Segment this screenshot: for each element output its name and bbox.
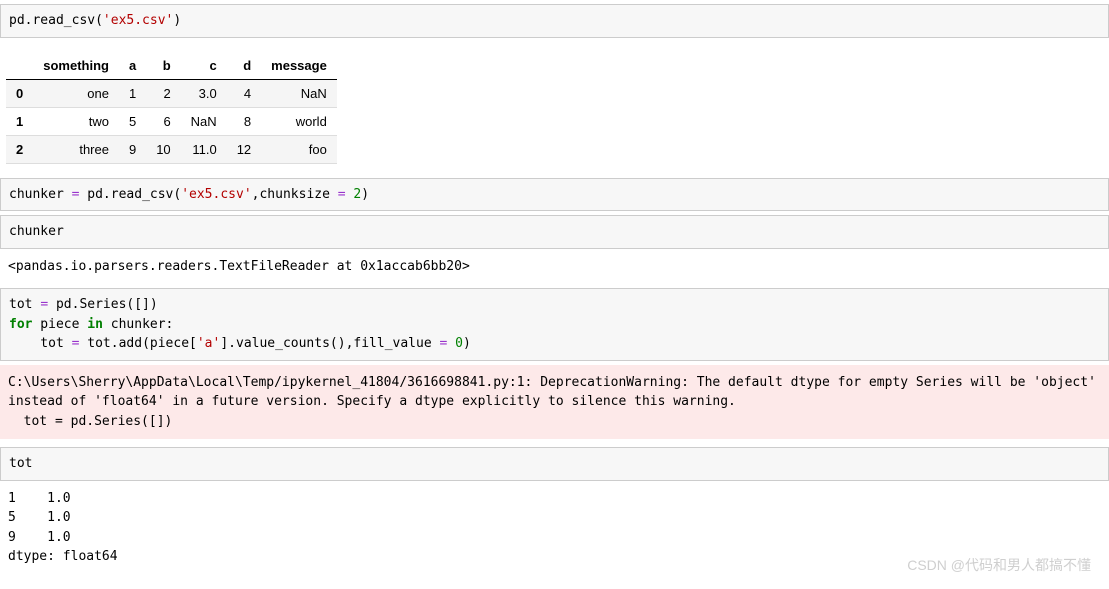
code-text: tot <box>9 297 40 312</box>
code-text: chunker <box>9 187 72 202</box>
cell: 2 <box>146 79 180 107</box>
code-cell-4: tot = pd.Series([]) for piece in chunker… <box>0 288 1109 361</box>
code-cell-2: chunker = pd.read_csv('ex5.csv',chunksiz… <box>0 178 1109 212</box>
code-text: tot <box>9 456 32 471</box>
code-text: ,chunksize <box>252 187 338 202</box>
code-text: ].value_counts(),fill_value <box>220 336 439 351</box>
cell: 5 <box>119 107 146 135</box>
table-row: 2 three 9 10 11.0 12 foo <box>6 135 337 163</box>
cell: one <box>33 79 119 107</box>
output-cell-5: 1 1.0 5 1.0 9 1.0 dtype: float64 <box>0 485 1109 571</box>
code-cell-5: tot <box>0 447 1109 481</box>
keyword-for: for <box>9 317 32 332</box>
code-text: pd.read_csv( <box>9 13 103 28</box>
code-cell-3: chunker <box>0 215 1109 249</box>
output-text: 1 1.0 5 1.0 9 1.0 dtype: float64 <box>8 491 118 565</box>
row-index: 2 <box>6 135 33 163</box>
table-row: 0 one 1 2 3.0 4 NaN <box>6 79 337 107</box>
warning-text: C:\Users\Sherry\AppData\Local\Temp/ipyke… <box>8 375 1104 429</box>
cell: NaN <box>181 107 227 135</box>
cell: two <box>33 107 119 135</box>
cell: 8 <box>227 107 261 135</box>
operator: = <box>40 297 48 312</box>
string-literal: 'ex5.csv' <box>103 13 173 28</box>
col-header: c <box>181 52 227 80</box>
code-text: chunker <box>9 224 64 239</box>
cell: 6 <box>146 107 180 135</box>
code-text: pd.Series([]) <box>48 297 158 312</box>
code-text: ) <box>361 187 369 202</box>
code-text <box>447 336 455 351</box>
output-cell-3: <pandas.io.parsers.readers.TextFileReade… <box>0 253 1109 281</box>
deprecation-warning: C:\Users\Sherry\AppData\Local\Temp/ipyke… <box>0 365 1109 440</box>
cell: 1 <box>119 79 146 107</box>
table-header-row: something a b c d message <box>6 52 337 80</box>
col-header: message <box>261 52 337 80</box>
cell: world <box>261 107 337 135</box>
dataframe-output: something a b c d message 0 one 1 2 3.0 … <box>6 52 337 164</box>
code-text: piece <box>32 317 87 332</box>
number-literal: 0 <box>455 336 463 351</box>
row-index: 0 <box>6 79 33 107</box>
cell: 11.0 <box>181 135 227 163</box>
cell: foo <box>261 135 337 163</box>
cell: 12 <box>227 135 261 163</box>
output-text: <pandas.io.parsers.readers.TextFileReade… <box>8 259 470 274</box>
keyword-in: in <box>87 317 103 332</box>
string-literal: 'ex5.csv' <box>181 187 251 202</box>
cell: three <box>33 135 119 163</box>
code-text: tot <box>9 336 72 351</box>
code-text: pd.read_csv( <box>79 187 181 202</box>
cell: 10 <box>146 135 180 163</box>
col-header: a <box>119 52 146 80</box>
code-text: ) <box>463 336 471 351</box>
cell: 3.0 <box>181 79 227 107</box>
cell: 9 <box>119 135 146 163</box>
col-header: b <box>146 52 180 80</box>
col-header <box>6 52 33 80</box>
code-text: tot.add(piece[ <box>79 336 196 351</box>
cell: 4 <box>227 79 261 107</box>
col-header: something <box>33 52 119 80</box>
code-cell-1: pd.read_csv('ex5.csv') <box>0 4 1109 38</box>
code-text: ) <box>173 13 181 28</box>
code-text: chunker: <box>103 317 173 332</box>
cell: NaN <box>261 79 337 107</box>
table-row: 1 two 5 6 NaN 8 world <box>6 107 337 135</box>
row-index: 1 <box>6 107 33 135</box>
col-header: d <box>227 52 261 80</box>
operator: = <box>338 187 346 202</box>
string-literal: 'a' <box>197 336 220 351</box>
